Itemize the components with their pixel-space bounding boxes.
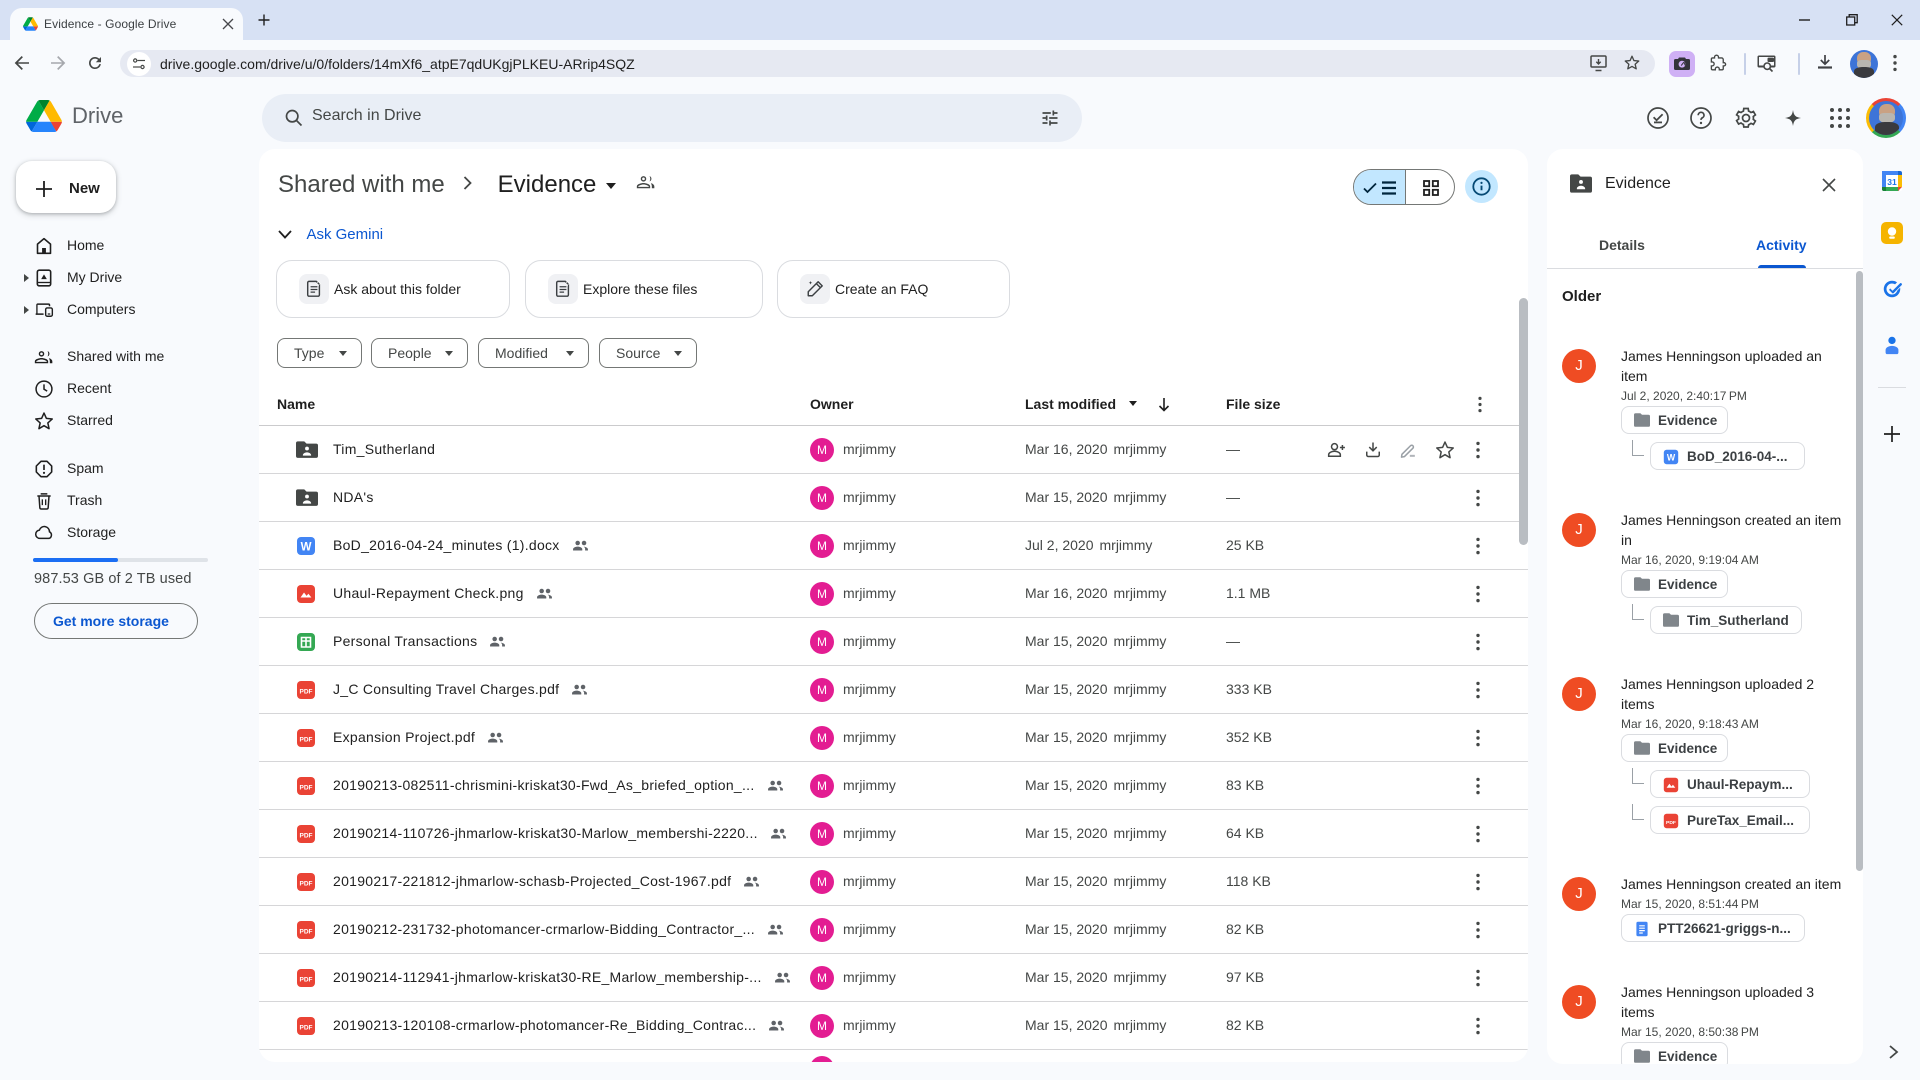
- svg-text:W: W: [301, 542, 312, 554]
- svg-text:PDF: PDF: [300, 881, 313, 888]
- svg-text:31: 31: [1887, 177, 1897, 187]
- svg-text:W: W: [1667, 453, 1676, 463]
- svg-text:PDF: PDF: [1666, 820, 1676, 826]
- svg-text:PDF: PDF: [300, 929, 313, 936]
- svg-text:PDF: PDF: [300, 833, 313, 840]
- svg-text:PDF: PDF: [300, 1025, 313, 1032]
- svg-text:PDF: PDF: [300, 977, 313, 984]
- svg-text:PDF: PDF: [300, 737, 313, 744]
- svg-text:PDF: PDF: [300, 689, 313, 696]
- svg-text:PDF: PDF: [300, 785, 313, 792]
